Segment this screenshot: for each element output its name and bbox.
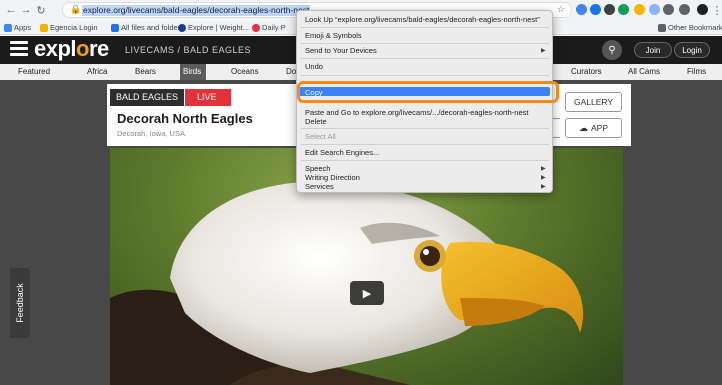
menu-item-speech[interactable]: Speech (305, 164, 330, 173)
menu-item-edit-search-engines[interactable]: Edit Search Engines... (305, 148, 379, 157)
login-button[interactable]: Login (674, 42, 710, 58)
cam-location: Decorah, Iowa, USA (117, 129, 185, 138)
menu-separator (301, 27, 549, 28)
reload-icon[interactable]: ↻ (34, 3, 48, 17)
apps-grid-icon (4, 23, 12, 32)
tab-oceans[interactable]: Oceans (231, 67, 259, 76)
live-badge: LIVE (185, 89, 231, 106)
bookmark-other[interactable]: Other Bookmarks (658, 23, 722, 32)
extension-icon[interactable] (576, 4, 587, 15)
cloud-download-icon: ☁ (578, 122, 588, 133)
menu-item-delete[interactable]: Delete (305, 117, 327, 126)
menu-separator (301, 144, 549, 145)
profile-avatar[interactable] (697, 4, 708, 15)
menu-separator (301, 43, 549, 44)
submenu-arrow-icon: ▶ (541, 184, 546, 190)
copy-annotation-ring (297, 81, 559, 103)
hamburger-menu-icon[interactable] (10, 41, 28, 59)
tab-curators[interactable]: Curators (571, 67, 602, 76)
extension-icon[interactable] (618, 4, 629, 15)
menu-item-look-up[interactable]: Look Up “explore.org/livecams/bald-eagle… (305, 15, 540, 24)
daily-icon (252, 23, 260, 32)
bookmark-explore-weight[interactable]: Explore | Weight... (178, 23, 249, 32)
folder-icon (658, 23, 666, 32)
breadcrumb[interactable]: LIVECAMS / BALD EAGLES (125, 45, 251, 55)
bookmark-daily[interactable]: Daily P (252, 23, 286, 32)
submenu-arrow-icon: ▶ (541, 166, 546, 172)
url-text[interactable]: explore.org/livecams/bald-eagles/decorah… (82, 5, 311, 16)
menu-dots-icon[interactable]: ⋮ (710, 3, 722, 17)
extensions-puzzle-icon[interactable] (679, 4, 690, 15)
egencia-icon (40, 23, 48, 32)
menu-item-writing-direction[interactable]: Writing Direction (305, 173, 360, 182)
app-button[interactable]: ☁ APP (565, 118, 622, 138)
search-icon[interactable]: ⚲ (602, 40, 622, 60)
tab-all-cams[interactable]: All Cams (628, 67, 660, 76)
bookmark-all-files[interactable]: All files and folder... (111, 23, 186, 32)
tab-films[interactable]: Films (687, 67, 706, 76)
lock-icon: 🔒 (70, 4, 82, 14)
tab-dogs[interactable]: Do (286, 67, 296, 76)
menu-separator (301, 58, 549, 59)
extension-icon[interactable] (663, 4, 674, 15)
play-button[interactable]: ▶ (350, 281, 384, 305)
menu-item-send-to-devices[interactable]: Send to Your Devices (305, 46, 377, 55)
bookmark-apps[interactable]: Apps (4, 23, 31, 32)
extension-icon[interactable] (634, 4, 645, 15)
menu-item-select-all[interactable]: Select All (305, 132, 336, 141)
menu-separator (301, 128, 549, 129)
explore-icon (178, 23, 186, 32)
extension-icon[interactable] (590, 4, 601, 15)
back-icon[interactable]: ← (4, 3, 18, 17)
menu-item-paste-and-go[interactable]: Paste and Go to explore.org/livecams/...… (305, 108, 528, 117)
tab-africa[interactable]: Africa (87, 67, 107, 76)
menu-item-services[interactable]: Services (305, 182, 334, 191)
bookmark-egencia[interactable]: Egencia Login (40, 23, 98, 32)
menu-item-undo[interactable]: Undo (305, 62, 323, 71)
tab-featured[interactable]: Featured (18, 67, 50, 76)
tab-birds[interactable]: Birds (183, 67, 201, 76)
explore-logo[interactable]: explore (34, 36, 109, 62)
folder-icon (111, 23, 119, 32)
forward-icon[interactable]: → (19, 3, 33, 17)
join-button[interactable]: Join (634, 42, 672, 58)
submenu-arrow-icon: ▶ (541, 48, 546, 54)
extension-icon[interactable] (649, 4, 660, 15)
cam-title: Decorah North Eagles (117, 111, 253, 126)
menu-separator (301, 160, 549, 161)
extension-icon[interactable] (604, 4, 615, 15)
bookmark-star-icon[interactable]: ☆ (557, 4, 565, 15)
submenu-arrow-icon: ▶ (541, 175, 546, 181)
tab-bears[interactable]: Bears (135, 67, 156, 76)
cam-category-tag[interactable]: BALD EAGLES (110, 89, 185, 106)
menu-item-emoji[interactable]: Emoji & Symbols (305, 31, 362, 40)
feedback-tab[interactable]: Feedback (10, 268, 30, 338)
gallery-button[interactable]: GALLERY (565, 92, 622, 112)
menu-separator (301, 75, 549, 76)
